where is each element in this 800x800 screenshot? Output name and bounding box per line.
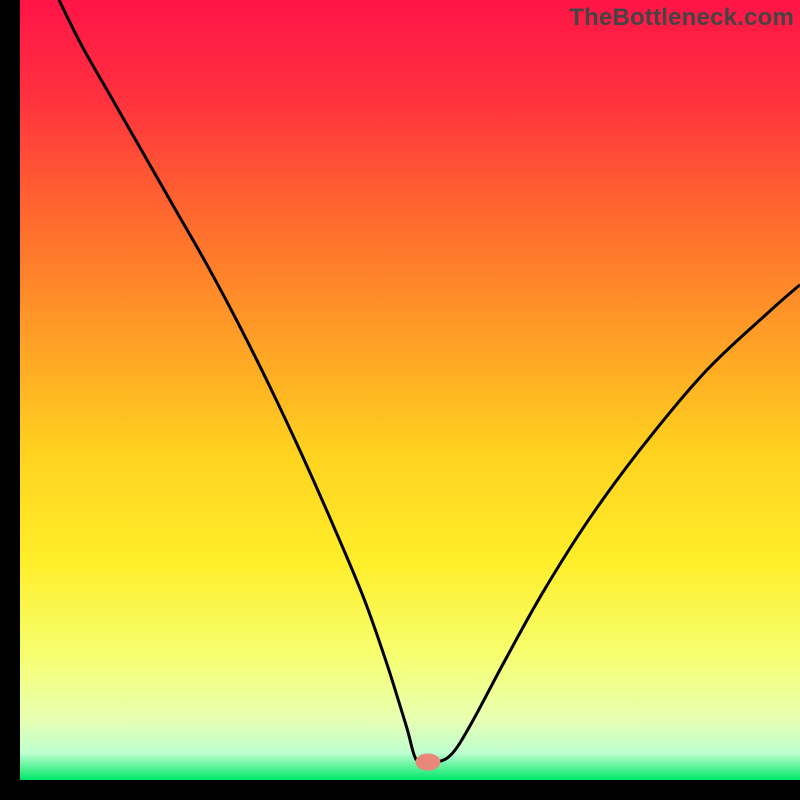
marker-dot bbox=[415, 753, 440, 770]
watermark-text: TheBottleneck.com bbox=[569, 4, 794, 32]
plot-svg bbox=[20, 0, 800, 780]
gradient-background bbox=[20, 0, 800, 780]
plot-area bbox=[20, 0, 800, 780]
chart-stage: TheBottleneck.com bbox=[0, 0, 800, 800]
